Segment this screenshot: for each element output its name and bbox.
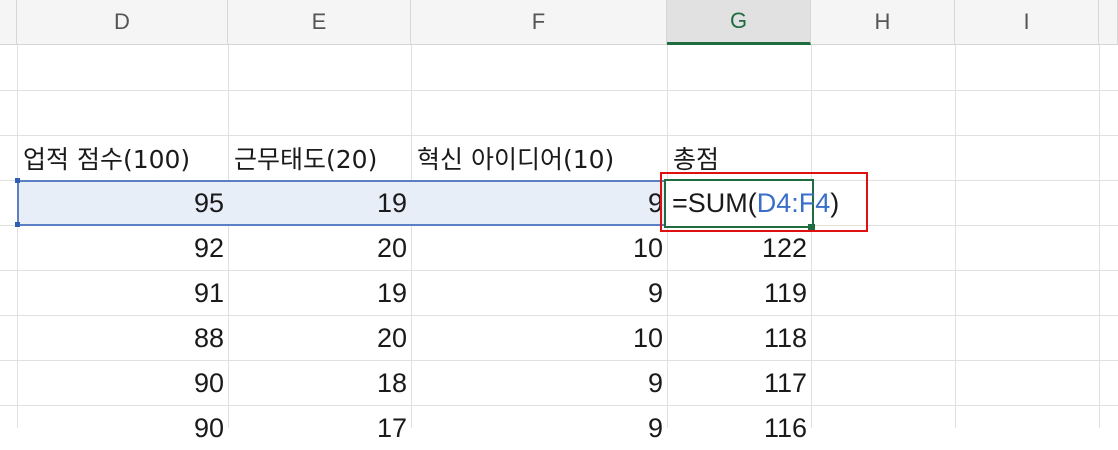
column-header-g[interactable]: G: [667, 0, 811, 45]
data-cell[interactable]: 90: [17, 406, 228, 450]
data-cell[interactable]: 9: [411, 181, 667, 225]
data-cell[interactable]: 88: [17, 316, 228, 360]
gridline: [811, 45, 812, 428]
data-cell[interactable]: 20: [228, 226, 411, 270]
column-header-h[interactable]: H: [811, 0, 955, 45]
data-cell[interactable]: 19: [228, 181, 411, 225]
header-cell-innovation[interactable]: 혁신 아이디어(10): [411, 136, 667, 180]
annotation-highlight-box: [660, 172, 868, 232]
data-cell[interactable]: 95: [17, 181, 228, 225]
data-cell[interactable]: 20: [228, 316, 411, 360]
column-header-partial: [0, 0, 17, 45]
data-cell[interactable]: 90: [17, 361, 228, 405]
data-cell[interactable]: 9: [411, 406, 667, 450]
data-cell[interactable]: 92: [17, 226, 228, 270]
data-cell[interactable]: 9: [411, 361, 667, 405]
total-cell[interactable]: 116: [667, 406, 811, 450]
data-cell[interactable]: 10: [411, 226, 667, 270]
header-cell-performance[interactable]: 업적 점수(100): [17, 136, 228, 180]
column-header-partial-right: [1099, 0, 1118, 45]
data-cell[interactable]: 18: [228, 361, 411, 405]
gridline: [955, 45, 956, 428]
data-cell[interactable]: 17: [228, 406, 411, 450]
data-cell[interactable]: 19: [228, 271, 411, 315]
total-cell[interactable]: 117: [667, 361, 811, 405]
column-header-d[interactable]: D: [17, 0, 228, 45]
gridline: [0, 90, 1118, 91]
data-cell[interactable]: 9: [411, 271, 667, 315]
column-header-i[interactable]: I: [955, 0, 1099, 45]
header-cell-attitude[interactable]: 근무태도(20): [228, 136, 411, 180]
total-cell[interactable]: 122: [667, 226, 811, 270]
total-cell[interactable]: 118: [667, 316, 811, 360]
gridline: [1099, 45, 1100, 428]
column-header-f[interactable]: F: [411, 0, 667, 45]
total-cell[interactable]: 119: [667, 271, 811, 315]
data-cell[interactable]: 91: [17, 271, 228, 315]
column-header-e[interactable]: E: [228, 0, 411, 45]
data-cell[interactable]: 10: [411, 316, 667, 360]
